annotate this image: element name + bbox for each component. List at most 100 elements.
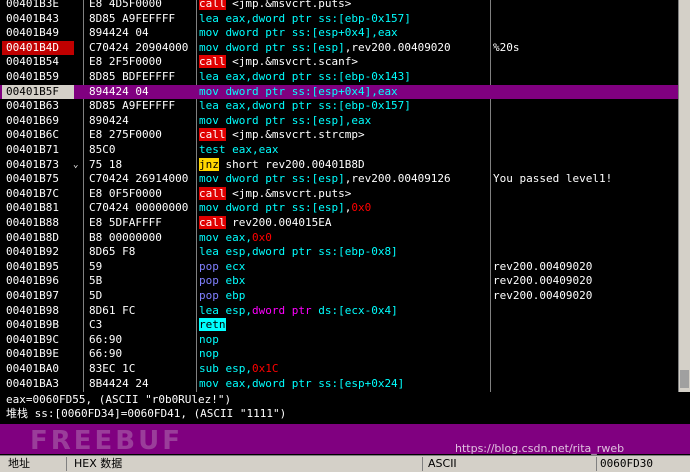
disasm-row[interactable]: 00401B7C E8 0F5F0000 call <jmp.&msvcrt.put…: [0, 186, 678, 202]
disasm-row[interactable]: 00401B54 E8 2F5F0000 call <jmp.&msvcrt.sca…: [0, 55, 678, 70]
row-instruction[interactable]: pop ebx: [199, 274, 487, 289]
disasm-row[interactable]: 00401B9E 66:90 nop: [0, 347, 678, 362]
row-instruction[interactable]: pop ebp: [199, 289, 487, 304]
row-instruction[interactable]: mov dword ptr ss:[esp],eax: [199, 114, 487, 129]
disasm-row[interactable]: 00401B6C E8 275F0000 call <jmp.&msvcrt.str…: [0, 128, 678, 143]
disasm-row[interactable]: 00401B75 C70424 26914000 mov dword ptr ss:…: [0, 172, 678, 187]
row-instruction[interactable]: lea eax,dword ptr ss:[ebp-0x157]: [199, 12, 487, 27]
row-hex[interactable]: 8B4424 24: [89, 377, 193, 392]
row-instruction[interactable]: call <jmp.&msvcrt.puts>: [199, 186, 487, 202]
row-comment[interactable]: [493, 85, 678, 100]
row-hex[interactable]: 8D61 FC: [89, 304, 193, 319]
row-address[interactable]: 00401B4D: [2, 40, 74, 56]
row-comment[interactable]: [493, 362, 678, 377]
disasm-row[interactable]: 00401B95 59 pop ecx rev200.00409020: [0, 260, 678, 275]
row-comment[interactable]: rev200.00409020: [493, 274, 678, 289]
row-comment[interactable]: [493, 128, 678, 143]
row-hex[interactable]: 894424 04: [89, 26, 193, 41]
disasm-row[interactable]: 00401B69 890424 mov dword ptr ss:[esp],eax: [0, 114, 678, 129]
row-address[interactable]: 00401B59: [2, 70, 74, 85]
disasm-row[interactable]: 00401B4D C70424 20904000 mov dword ptr ss:…: [0, 40, 678, 56]
disasm-row[interactable]: 00401BA3 8B4424 24 mov eax,dword ptr ss:[e…: [0, 377, 678, 392]
row-comment[interactable]: [493, 12, 678, 27]
row-comment[interactable]: [493, 114, 678, 129]
row-address[interactable]: 00401B97: [2, 289, 74, 304]
row-instruction[interactable]: test eax,eax: [199, 143, 487, 158]
disassembly-pane[interactable]: 00401B3E E8 4D5F0000 call <jmp.&msvcrt.put…: [0, 0, 678, 392]
row-comment[interactable]: %20s: [493, 41, 678, 56]
row-comment[interactable]: [493, 216, 678, 231]
dump-column-ascii[interactable]: ASCII: [428, 457, 457, 471]
row-hex[interactable]: E8 2F5F0000: [89, 55, 193, 70]
row-address[interactable]: 00401B49: [2, 26, 74, 41]
row-address[interactable]: 00401B71: [2, 143, 74, 158]
row-comment[interactable]: [493, 318, 678, 333]
row-address[interactable]: 00401B8D: [2, 231, 74, 246]
disasm-row[interactable]: 00401B73 ⌄ 75 18 jnz short rev200.00401B8D: [0, 157, 678, 173]
row-hex[interactable]: 75 18: [89, 158, 193, 173]
row-hex[interactable]: 5B: [89, 274, 193, 289]
row-hex[interactable]: C3: [89, 318, 193, 333]
disasm-row[interactable]: 00401B98 8D61 FC lea esp,dword ptr ds:[ecx…: [0, 304, 678, 319]
disasm-row[interactable]: 00401B49 894424 04 mov dword ptr ss:[esp+0…: [0, 26, 678, 41]
row-instruction[interactable]: mov dword ptr ss:[esp+0x4],eax: [199, 85, 487, 100]
row-comment[interactable]: [493, 143, 678, 158]
row-instruction[interactable]: nop: [199, 333, 487, 348]
row-hex[interactable]: C70424 00000000: [89, 201, 193, 216]
row-address[interactable]: 00401B92: [2, 245, 74, 260]
row-hex[interactable]: 83EC 1C: [89, 362, 193, 377]
row-instruction[interactable]: pop ecx: [199, 260, 487, 275]
row-address[interactable]: 00401B3E: [2, 0, 74, 12]
disasm-row[interactable]: 00401B59 8D85 BDFEFFFF lea eax,dword ptr s…: [0, 70, 678, 85]
row-address[interactable]: 00401BA3: [2, 377, 74, 392]
disasm-row[interactable]: 00401B96 5B pop ebx rev200.00409020: [0, 274, 678, 289]
row-hex[interactable]: E8 4D5F0000: [89, 0, 193, 12]
scrollbar-thumb[interactable]: [680, 370, 689, 388]
row-comment[interactable]: [493, 333, 678, 348]
disasm-row[interactable]: 00401B88 E8 5DFAFFFF call rev200.004015EA: [0, 216, 678, 231]
row-address[interactable]: 00401BA0: [2, 362, 74, 377]
row-comment[interactable]: [493, 201, 678, 216]
row-hex[interactable]: B8 00000000: [89, 231, 193, 246]
row-comment[interactable]: rev200.00409020: [493, 260, 678, 275]
row-hex[interactable]: E8 0F5F0000: [89, 187, 193, 202]
row-address[interactable]: 00401B69: [2, 114, 74, 129]
row-address[interactable]: 00401B73: [2, 158, 74, 173]
row-hex[interactable]: 8D85 A9FEFFFF: [89, 99, 193, 114]
row-comment[interactable]: [493, 26, 678, 41]
disasm-row[interactable]: 00401B5F 894424 04 mov dword ptr ss:[esp+0…: [0, 84, 678, 100]
row-hex[interactable]: 59: [89, 260, 193, 275]
disasm-row[interactable]: 00401B9B C3 retn: [0, 318, 678, 333]
row-address[interactable]: 00401B9C: [2, 333, 74, 348]
row-hex[interactable]: 890424: [89, 114, 193, 129]
row-instruction[interactable]: nop: [199, 347, 487, 362]
disasm-row[interactable]: 00401B63 8D85 A9FEFFFF lea eax,dword ptr s…: [0, 99, 678, 114]
row-comment[interactable]: [493, 70, 678, 85]
row-instruction[interactable]: call <jmp.&msvcrt.puts>: [199, 0, 487, 12]
row-hex[interactable]: 5D: [89, 289, 193, 304]
row-comment[interactable]: [493, 245, 678, 260]
disasm-row[interactable]: 00401B81 C70424 00000000 mov dword ptr ss:…: [0, 201, 678, 216]
disasm-row[interactable]: 00401B71 85C0 test eax,eax: [0, 143, 678, 158]
row-instruction[interactable]: mov dword ptr ss:[esp],rev200.00409126: [199, 172, 487, 187]
row-comment[interactable]: [493, 187, 678, 202]
disasm-row[interactable]: 00401B3E E8 4D5F0000 call <jmp.&msvcrt.put…: [0, 0, 678, 12]
disasm-row[interactable]: 00401BA0 83EC 1C sub esp,0x1C: [0, 362, 678, 377]
row-instruction[interactable]: mov dword ptr ss:[esp],rev200.00409020: [199, 41, 487, 56]
row-comment[interactable]: [493, 231, 678, 246]
row-hex[interactable]: C70424 20904000: [89, 41, 193, 56]
row-comment[interactable]: [493, 55, 678, 70]
row-hex[interactable]: 66:90: [89, 347, 193, 362]
disassembly-scrollbar[interactable]: [678, 0, 690, 392]
row-address[interactable]: 00401B88: [2, 216, 74, 231]
row-instruction[interactable]: call <jmp.&msvcrt.strcmp>: [199, 128, 487, 143]
row-hex[interactable]: C70424 26914000: [89, 172, 193, 187]
row-comment[interactable]: rev200.00409020: [493, 289, 678, 304]
row-instruction[interactable]: lea esp,dword ptr ss:[ebp-0x8]: [199, 245, 487, 260]
row-address[interactable]: 00401B96: [2, 274, 74, 289]
row-hex[interactable]: 8D85 BDFEFFFF: [89, 70, 193, 85]
row-instruction[interactable]: mov eax,0x0: [199, 231, 487, 246]
row-comment[interactable]: [493, 347, 678, 362]
row-address[interactable]: 00401B81: [2, 201, 74, 216]
row-comment[interactable]: [493, 377, 678, 392]
